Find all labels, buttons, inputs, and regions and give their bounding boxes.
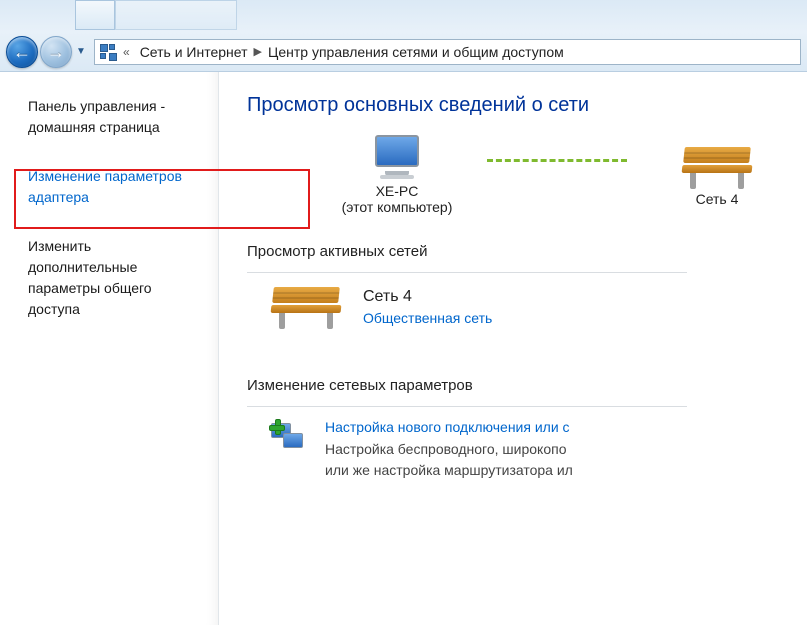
divider — [247, 406, 687, 407]
page-title: Просмотр основных сведений о сети — [247, 94, 807, 117]
navigation-bar: ← → ▼ « Сеть и Интернет ▶ Центр управлен… — [0, 32, 807, 72]
active-network-name: Сеть 4 — [363, 288, 492, 306]
address-bar[interactable]: « Сеть и Интернет ▶ Центр управления сет… — [94, 39, 801, 65]
content-area: Панель управления - домашняя страница Из… — [0, 72, 807, 625]
arrow-right-icon: → — [47, 43, 65, 61]
network-type-link[interactable]: Общественная сеть — [363, 310, 492, 326]
computer-sublabel: (этот компьютер) — [307, 199, 487, 215]
chevron-right-icon: ▶ — [252, 45, 264, 58]
computer-name: XE-PC — [307, 183, 487, 199]
forward-button[interactable]: → — [40, 36, 72, 68]
bench-icon — [682, 147, 752, 187]
sidebar-adapter-settings-link[interactable]: Изменение параметров адаптера — [28, 166, 200, 208]
new-connection-item: Настройка нового подключения или с Настр… — [269, 419, 807, 481]
bench-icon — [271, 287, 341, 327]
network-map: XE-PC (этот компьютер) Сеть 4 — [307, 135, 807, 215]
new-connection-desc: Настройка беспроводного, широкопо или же… — [325, 439, 573, 481]
control-panel-icon — [99, 43, 117, 61]
network-map-computer: XE-PC (этот компьютер) — [307, 135, 487, 215]
new-connection-icon — [269, 419, 307, 457]
breadcrumb-network[interactable]: Сеть и Интернет — [136, 44, 252, 60]
back-button[interactable]: ← — [6, 36, 38, 68]
connection-line-icon — [487, 159, 627, 162]
divider — [247, 272, 687, 273]
recent-dropdown[interactable]: ▼ — [74, 36, 88, 68]
network-map-network: Сеть 4 — [627, 143, 807, 207]
sidebar-sharing-settings-link[interactable]: Изменить дополнительные параметры общего… — [28, 238, 152, 317]
active-networks-heading: Просмотр активных сетей — [247, 243, 807, 260]
computer-icon — [369, 135, 425, 179]
window-titlebar — [0, 0, 807, 32]
new-connection-link[interactable]: Настройка нового подключения или с — [325, 419, 570, 435]
sidebar-home-link[interactable]: Панель управления - домашняя страница — [28, 98, 165, 135]
network-params-heading: Изменение сетевых параметров — [247, 377, 807, 394]
network-name-short: Сеть 4 — [627, 191, 807, 207]
arrow-left-icon: ← — [13, 43, 31, 61]
active-network-item: Сеть 4 Общественная сеть — [271, 287, 807, 327]
breadcrumb-sharing-center[interactable]: Центр управления сетями и общим доступом — [264, 44, 568, 60]
breadcrumb-overflow[interactable]: « — [117, 45, 136, 59]
sidebar: Панель управления - домашняя страница Из… — [0, 72, 219, 625]
main-panel: Просмотр основных сведений о сети XE-PC … — [219, 72, 807, 625]
